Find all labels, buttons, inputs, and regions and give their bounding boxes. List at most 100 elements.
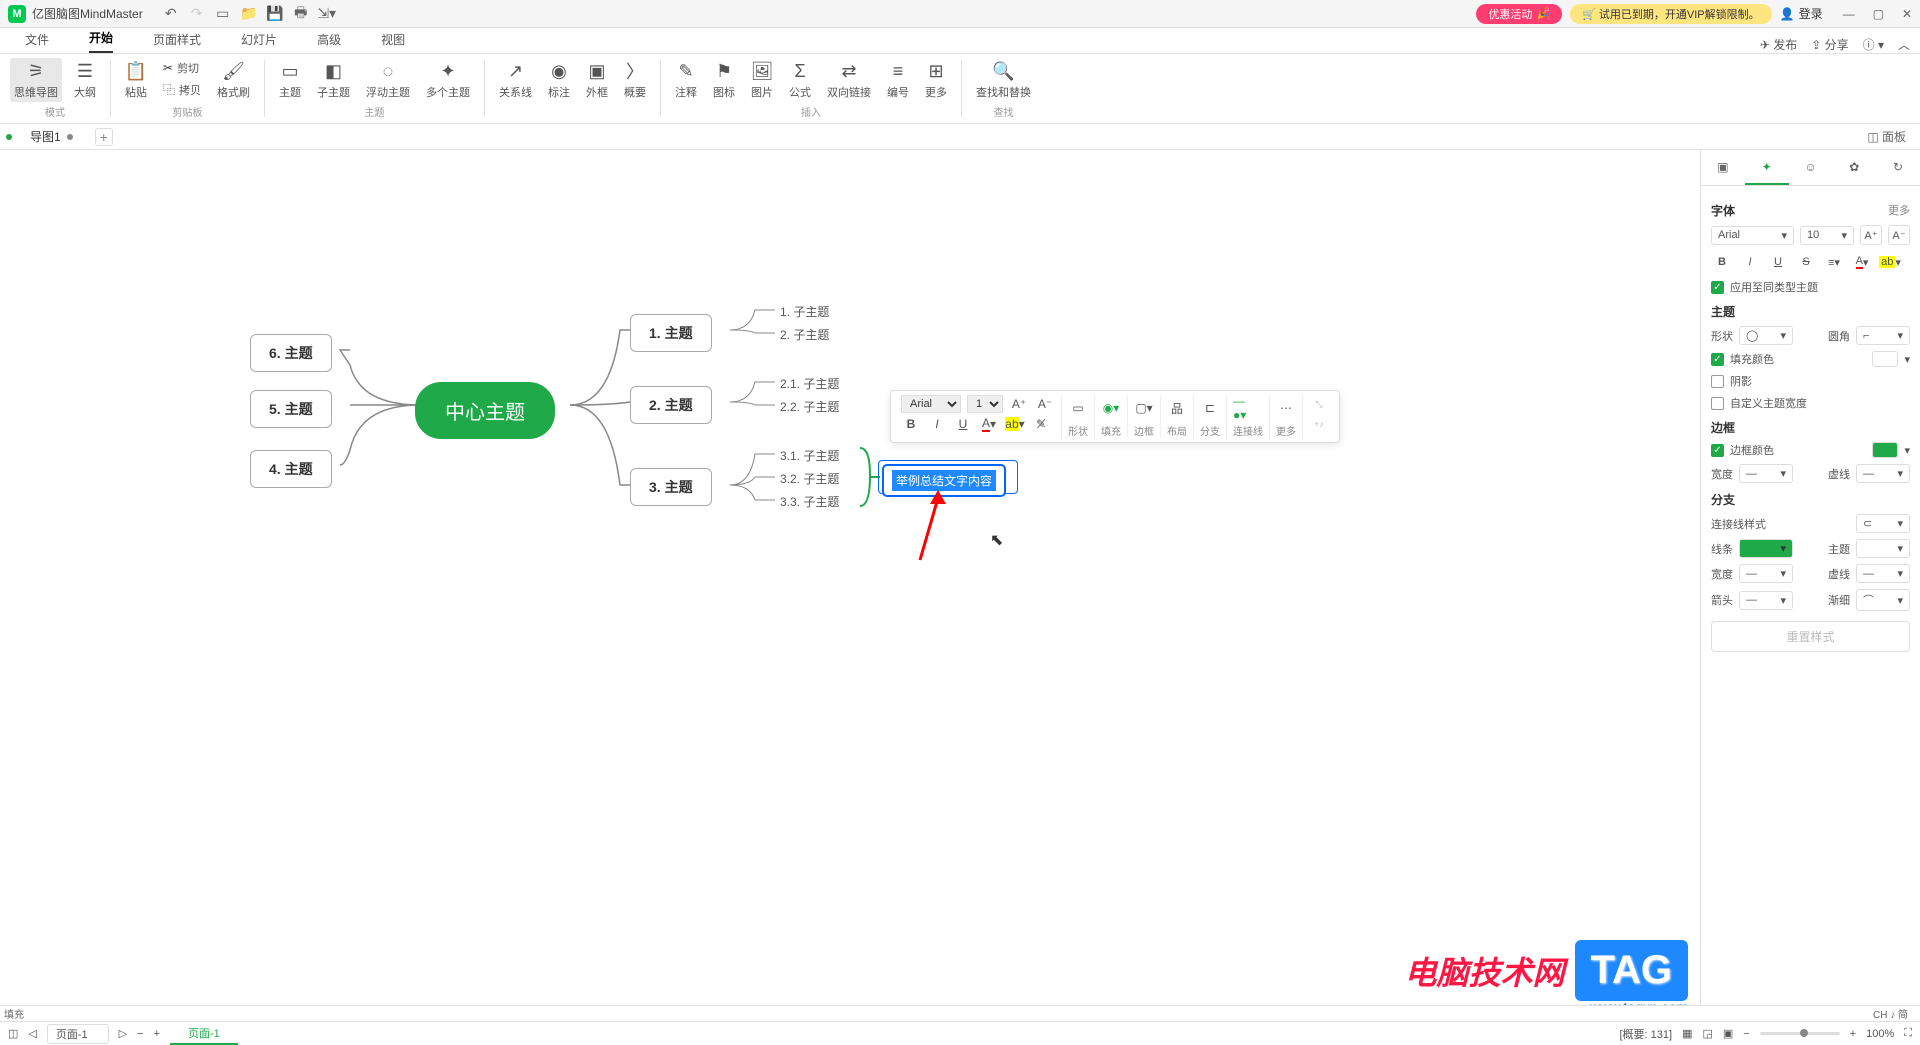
float-pin[interactable]: +♪ <box>1309 415 1329 433</box>
float-layout[interactable]: 品 <box>1167 395 1187 421</box>
menu-view[interactable]: 视图 <box>381 31 405 53</box>
menu-slideshow[interactable]: 幻灯片 <box>241 31 277 53</box>
menu-start[interactable]: 开始 <box>89 29 113 53</box>
page-tab[interactable]: 页面-1 <box>170 1023 238 1045</box>
menu-file[interactable]: 文件 <box>25 31 49 53</box>
border-color-swatch[interactable] <box>1872 442 1898 458</box>
apply-same-checkbox[interactable]: ✓ <box>1711 281 1724 294</box>
minimize-button[interactable]: — <box>1843 7 1855 21</box>
float-branch[interactable]: ⊏ <box>1200 395 1220 421</box>
float-highlight[interactable]: ab▾ <box>1005 415 1025 433</box>
view-mode-3[interactable]: ▣ <box>1723 1027 1733 1040</box>
multi-topic-button[interactable]: ✦多个主题 <box>422 58 474 102</box>
subtopic-3-3[interactable]: 3.3. 子主题 <box>780 493 839 510</box>
float-close[interactable]: ⤡ <box>1309 395 1329 413</box>
page-list-icon[interactable]: ◫ <box>8 1027 18 1040</box>
fullscreen-button[interactable]: ⛶ <box>1904 1027 1912 1040</box>
more-insert-button[interactable]: ⊞更多 <box>921 58 951 102</box>
float-topic-button[interactable]: ◌浮动主题 <box>362 58 414 102</box>
menu-advanced[interactable]: 高级 <box>317 31 341 53</box>
zoom-in[interactable]: + <box>1850 1028 1856 1040</box>
doc-tab-1[interactable]: 导图1 <box>16 125 87 148</box>
float-italic[interactable]: I <box>927 415 947 433</box>
reset-style-button[interactable]: 重置样式 <box>1711 621 1910 652</box>
view-mode-2[interactable]: ◲ <box>1702 1027 1712 1040</box>
mindmap-mode-button[interactable]: ⚞思维导图 <box>10 58 62 102</box>
topic-5[interactable]: 5. 主题 <box>250 390 332 428</box>
font-smaller[interactable]: A⁻ <box>1888 225 1910 245</box>
subtopic-1-1[interactable]: 1. 子主题 <box>780 303 829 320</box>
undo-button[interactable]: ↶ <box>163 6 179 22</box>
float-size-select[interactable]: 10 <box>967 395 1003 413</box>
summary-button[interactable]: 〉概要 <box>620 58 650 102</box>
float-underline[interactable]: U <box>953 415 973 433</box>
page-remove[interactable]: − <box>137 1028 143 1040</box>
paste-button[interactable]: 📋粘贴 <box>121 58 151 102</box>
redo-button[interactable]: ↷ <box>189 6 205 22</box>
shadow-checkbox[interactable] <box>1711 375 1724 388</box>
strike-button[interactable]: S <box>1795 251 1817 273</box>
taper-select[interactable]: ⌒▾ <box>1856 589 1910 611</box>
underline-button[interactable]: U <box>1767 251 1789 273</box>
sub-topic-button[interactable]: ◧子主题 <box>313 58 354 102</box>
publish-button[interactable]: ✈ 发布 <box>1760 36 1797 53</box>
rp-tab-icon[interactable]: ☺ <box>1789 150 1833 185</box>
share-button[interactable]: ⇪ 分享 <box>1811 36 1848 53</box>
view-mode-1[interactable]: ▦ <box>1682 1027 1692 1040</box>
border-color-checkbox[interactable]: ✓ <box>1711 444 1724 457</box>
maximize-button[interactable]: ▢ <box>1873 7 1884 21</box>
rp-tab-style[interactable]: ✦ <box>1745 150 1789 185</box>
border-dash-select[interactable]: —▾ <box>1856 464 1910 483</box>
subtopic-3-2[interactable]: 3.2. 子主题 <box>780 470 839 487</box>
page-next[interactable]: ▷ <box>119 1027 127 1040</box>
rp-tab-page[interactable]: ▣ <box>1701 150 1745 185</box>
bold-button[interactable]: B <box>1711 251 1733 273</box>
page-select[interactable]: 页面-1 <box>47 1024 109 1044</box>
float-shape[interactable]: ▭ <box>1068 395 1088 421</box>
format-painter-button[interactable]: 🖌格式刷 <box>213 58 254 102</box>
italic-button[interactable]: I <box>1739 251 1761 273</box>
float-connector[interactable]: —●▾ <box>1233 395 1253 421</box>
copy-button[interactable]: ⿻拷贝 <box>159 79 205 100</box>
float-font-bigger[interactable]: A⁺ <box>1009 395 1029 413</box>
fill-color-swatch[interactable] <box>1872 351 1898 367</box>
subtopic-2-1[interactable]: 2.1. 子主题 <box>780 375 839 392</box>
shape-select[interactable]: ◯▾ <box>1739 326 1793 345</box>
help-button[interactable]: ⓘ ▾ <box>1863 36 1884 53</box>
hyperlink-button[interactable]: ⇄双向链接 <box>823 58 875 102</box>
fill-color-checkbox[interactable]: ✓ <box>1711 353 1724 366</box>
connector-style-select[interactable]: ⊂▾ <box>1856 514 1910 533</box>
trial-expired-banner[interactable]: 🛒 试用已到期，开通VIP解锁限制。 <box>1570 4 1771 24</box>
boundary-button[interactable]: ▣外框 <box>582 58 612 102</box>
rp-tab-clipart[interactable]: ✿ <box>1832 150 1876 185</box>
zoom-out[interactable]: − <box>1743 1028 1749 1040</box>
font-bigger[interactable]: A⁺ <box>1860 225 1882 245</box>
callout-button[interactable]: ◉标注 <box>544 58 574 102</box>
outline-mode-button[interactable]: ☰大纲 <box>70 58 100 102</box>
topic-3[interactable]: 3. 主题 <box>630 468 712 506</box>
highlight-button[interactable]: ab▾ <box>1879 251 1901 273</box>
subtopic-3-1[interactable]: 3.1. 子主题 <box>780 447 839 464</box>
summary-text[interactable]: 举例总结文字内容 <box>892 470 996 491</box>
float-bold[interactable]: B <box>901 415 921 433</box>
arrow-select[interactable]: —▾ <box>1739 591 1793 610</box>
formula-button[interactable]: Σ公式 <box>785 58 815 102</box>
export-button[interactable]: ⇲▾ <box>319 6 335 22</box>
branch-dash-select[interactable]: —▾ <box>1856 564 1910 583</box>
rp-tab-history[interactable]: ↻ <box>1876 150 1920 185</box>
page-add[interactable]: + <box>154 1028 160 1040</box>
custom-width-checkbox[interactable] <box>1711 397 1724 410</box>
numbering-button[interactable]: ≡编号 <box>883 58 913 102</box>
topic-2[interactable]: 2. 主题 <box>630 386 712 424</box>
corner-select[interactable]: ⌐▾ <box>1856 326 1910 345</box>
new-button[interactable]: ▭ <box>215 6 231 22</box>
relation-button[interactable]: ↗关系线 <box>495 58 536 102</box>
print-button[interactable]: 🖶 <box>293 6 309 22</box>
align-button[interactable]: ≡▾ <box>1823 251 1845 273</box>
font-size-select[interactable]: 10▾ <box>1800 226 1854 245</box>
image-button[interactable]: 🖼图片 <box>747 58 777 102</box>
save-button[interactable]: 💾 <box>267 6 283 22</box>
font-family-select[interactable]: Arial▾ <box>1711 226 1794 245</box>
cut-button[interactable]: ✂剪切 <box>159 58 205 78</box>
border-width-select[interactable]: —▾ <box>1739 464 1793 483</box>
